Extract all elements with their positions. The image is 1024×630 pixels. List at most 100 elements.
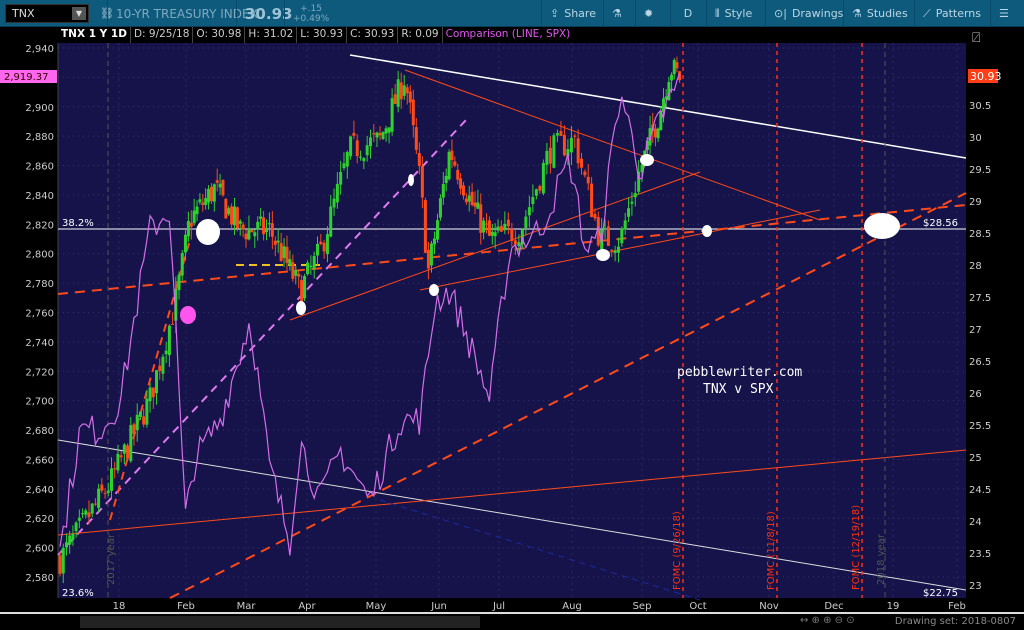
candle-body (264, 227, 268, 233)
candle-body (109, 468, 113, 491)
candle-body (487, 220, 491, 236)
left-axis-tick: 2,780 (25, 279, 54, 290)
right-axis-tick: 24.5 (969, 485, 991, 496)
candle-body (151, 387, 155, 398)
candle-body (204, 198, 208, 205)
fib-236-label: 23.6% (62, 588, 94, 599)
candle-body (562, 134, 566, 156)
candle-body (212, 184, 216, 202)
candle-body (148, 387, 152, 402)
candle-body (402, 85, 406, 96)
scrollbar-thumb[interactable] (80, 616, 480, 628)
candle-body (253, 232, 257, 237)
candle-body (161, 356, 165, 374)
candle-body (90, 503, 94, 514)
candle-body (417, 153, 421, 167)
price-chart[interactable]: 38.2% 23.6% $28.56 $22.75 pebblewriter.c… (0, 0, 1024, 612)
candle-body (349, 136, 353, 157)
date-axis-tick: Mar (237, 601, 257, 612)
candle-body (586, 176, 590, 184)
candle-body (467, 195, 471, 202)
candle-body (548, 147, 552, 164)
spx-current-value: 2,919.37 (4, 72, 49, 83)
fomc-label-3: FOMC (12/19/18) (851, 505, 862, 590)
candle-body (230, 206, 234, 225)
candle-body (490, 231, 494, 236)
candle-body (534, 189, 538, 196)
candle-body (276, 240, 280, 243)
candle-body (215, 180, 219, 183)
candle-body (627, 208, 631, 217)
candle-body (227, 208, 231, 215)
left-axis-tick: 2,580 (25, 573, 54, 584)
candle-body (620, 228, 624, 244)
candle-body (616, 246, 620, 253)
candle-body (106, 490, 110, 494)
date-axis-tick: 19 (887, 601, 900, 612)
candle-body (493, 232, 497, 237)
candle-body (387, 127, 391, 133)
candle-body (270, 223, 274, 237)
candle-body (396, 79, 400, 107)
candle-body (399, 82, 403, 100)
candle-body (235, 207, 239, 229)
candle-body (408, 91, 412, 103)
right-axis-tick: 28.5 (969, 229, 991, 240)
right-axis-tick: 29.5 (969, 165, 991, 176)
zoom-controls[interactable]: ↔ ⊕ ⊕ ⊖ ⊙ (800, 615, 855, 626)
right-axis: 30.5 30 29.5 29 28.5 28 27.5 27 26.5 26 25.5 25 24.5… (969, 101, 991, 592)
marker (408, 174, 414, 186)
candle-body (613, 250, 617, 253)
candle-body (381, 132, 385, 139)
right-axis-tick: 30.5 (969, 101, 991, 112)
candle-body (339, 171, 343, 185)
candle-body (375, 132, 379, 138)
candle-body (580, 158, 584, 168)
candle-body (183, 234, 187, 253)
candle-body (186, 220, 190, 237)
candle-body (482, 220, 486, 233)
candle-body (675, 62, 679, 69)
candle-body (164, 350, 168, 355)
marker (596, 249, 610, 261)
candle-body (447, 151, 451, 180)
candle-body (142, 416, 146, 425)
candle-body (365, 145, 369, 156)
candle-body (555, 133, 559, 136)
candle-body (576, 138, 580, 164)
left-axis-tick: 2,860 (25, 162, 54, 173)
right-axis-tick: 26.5 (969, 357, 991, 368)
candle-body (545, 150, 549, 165)
candle-body (461, 185, 465, 196)
candle-body (453, 161, 457, 166)
candle-body (315, 243, 319, 256)
candle-body (241, 224, 245, 230)
candle-body (390, 98, 394, 132)
marker (296, 301, 306, 315)
date-axis-tick: Feb (177, 601, 195, 612)
date-axis-tick: Aug (562, 601, 582, 612)
candle-body (459, 178, 463, 189)
candle-body (342, 163, 346, 169)
fomc-label-2: FOMC (11/8/18) (766, 511, 777, 590)
candle-body (58, 555, 62, 574)
candle-body (420, 166, 424, 198)
candle-body (158, 365, 162, 371)
drawing-set-label[interactable]: Drawing set: 2018-0807 (895, 616, 1016, 627)
candle-body (145, 398, 149, 425)
candle-body (527, 207, 531, 216)
candle-body (132, 424, 136, 434)
candle-body (201, 202, 205, 205)
left-axis-tick: 2,600 (25, 544, 54, 555)
watermark-site: pebblewriter.com (677, 365, 802, 380)
candle-body (312, 255, 316, 270)
candle-body (355, 140, 359, 157)
candle-body (593, 213, 597, 219)
candle-body (126, 445, 130, 459)
candle-body (479, 204, 483, 233)
scale-icon[interactable]: ⍁ (972, 30, 980, 46)
marker (864, 213, 900, 239)
tnx-current-value: 30.93 (970, 70, 1002, 83)
candle-body (84, 510, 88, 515)
candle-body (262, 217, 266, 235)
